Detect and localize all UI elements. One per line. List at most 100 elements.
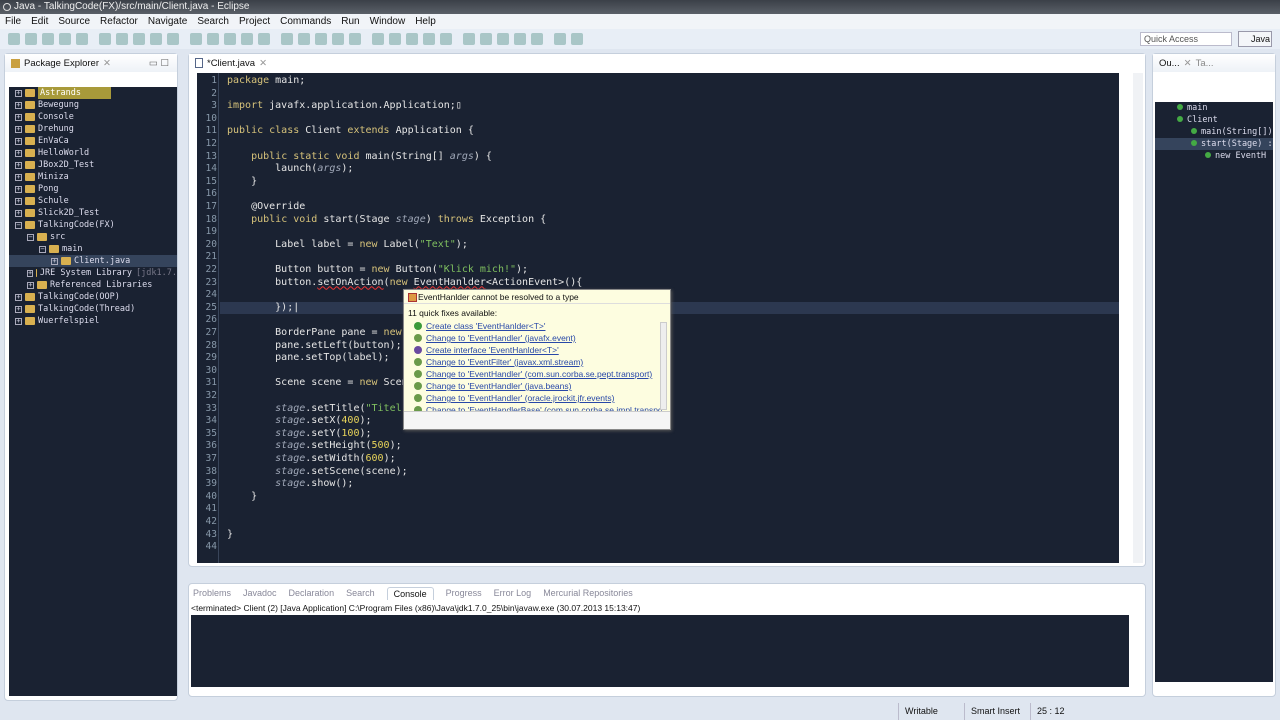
tree-item[interactable]: + Astrands	[9, 87, 177, 99]
toolbar-button-icon[interactable]	[76, 33, 88, 45]
tree-item[interactable]: + Client.java	[9, 255, 177, 267]
tab-problems[interactable]: Problems	[193, 588, 231, 598]
toolbar-button-icon[interactable]	[463, 33, 475, 45]
tree-item[interactable]: + Console	[9, 111, 177, 123]
toolbar-button-icon[interactable]	[440, 33, 452, 45]
toolbar-button-icon[interactable]	[116, 33, 128, 45]
toolbar-button-icon[interactable]	[480, 33, 492, 45]
tree-item[interactable]: + Slick2D_Test	[9, 207, 177, 219]
toolbar-button-icon[interactable]	[349, 33, 361, 45]
tree-item[interactable]: + Wuerfelspiel	[9, 315, 177, 327]
toolbar-button-icon[interactable]	[571, 33, 583, 45]
expand-icon[interactable]: +	[15, 113, 22, 121]
quick-fix-item[interactable]: Change to 'EventHandler' (oracle.jrockit…	[404, 392, 662, 404]
menu-file[interactable]: File	[0, 14, 26, 29]
toolbar-button-icon[interactable]	[42, 33, 54, 45]
tab-declaration[interactable]: Declaration	[289, 588, 335, 598]
tree-item[interactable]: + TalkingCode(Thread)	[9, 303, 177, 315]
expand-icon[interactable]: +	[15, 305, 22, 313]
tree-item[interactable]: + Drehung	[9, 123, 177, 135]
toolbar-button-icon[interactable]	[99, 33, 111, 45]
outline-item[interactable]: new EventH	[1155, 150, 1273, 162]
quick-fix-item[interactable]: Change to 'EventHandler' (java.beans)	[404, 380, 662, 392]
quick-fix-scrollbar[interactable]	[660, 322, 667, 410]
outline-item[interactable]: main(String[])	[1155, 126, 1273, 138]
menu-project[interactable]: Project	[234, 14, 275, 29]
tree-item[interactable]: + JBox2D_Test	[9, 159, 177, 171]
toolbar-button-icon[interactable]	[514, 33, 526, 45]
toolbar-button-icon[interactable]	[25, 33, 37, 45]
toolbar-button-icon[interactable]	[423, 33, 435, 45]
toolbar-button-icon[interactable]	[406, 33, 418, 45]
tab-error-log[interactable]: Error Log	[494, 588, 532, 598]
toolbar-button-icon[interactable]	[497, 33, 509, 45]
editor-scrollbar[interactable]	[1133, 73, 1143, 563]
toolbar-button-icon[interactable]	[8, 33, 20, 45]
toolbar-button-icon[interactable]	[298, 33, 310, 45]
expand-icon[interactable]: +	[15, 317, 22, 325]
tree-item[interactable]: − src	[9, 231, 177, 243]
menu-commands[interactable]: Commands	[275, 14, 336, 29]
tree-item[interactable]: + EnVaCa	[9, 135, 177, 147]
toolbar-button-icon[interactable]	[190, 33, 202, 45]
toolbar-button-icon[interactable]	[332, 33, 344, 45]
minimize-maximize-icons[interactable]: ▭ ☐	[149, 58, 169, 69]
collapse-icon[interactable]: −	[27, 233, 34, 241]
expand-icon[interactable]: +	[15, 197, 22, 205]
expand-icon[interactable]: +	[15, 173, 22, 181]
expand-icon[interactable]: +	[27, 269, 34, 277]
expand-icon[interactable]: +	[15, 293, 22, 301]
quick-fix-item[interactable]: Change to 'EventFilter' (javax.xml.strea…	[404, 356, 662, 368]
toolbar-button-icon[interactable]	[207, 33, 219, 45]
close-icon[interactable]: ✕	[103, 58, 111, 69]
menu-search[interactable]: Search	[192, 14, 234, 29]
outline-item[interactable]: start(Stage) :	[1155, 138, 1273, 150]
tab-search[interactable]: Search	[346, 588, 375, 598]
expand-icon[interactable]: +	[15, 149, 22, 157]
tree-item[interactable]: + Referenced Libraries	[9, 279, 177, 291]
editor-tab-client-java[interactable]: *Client.java	[207, 58, 255, 69]
quick-access-input[interactable]: Quick Access	[1140, 32, 1232, 46]
toolbar-button-icon[interactable]	[224, 33, 236, 45]
tree-item[interactable]: − TalkingCode(FX)	[9, 219, 177, 231]
console-output[interactable]	[191, 615, 1129, 687]
toolbar-button-icon[interactable]	[59, 33, 71, 45]
java-perspective-button[interactable]: Java	[1238, 31, 1272, 47]
toolbar-button-icon[interactable]	[133, 33, 145, 45]
tree-item[interactable]: − main	[9, 243, 177, 255]
expand-icon[interactable]: +	[15, 101, 22, 109]
expand-icon[interactable]: +	[15, 137, 22, 145]
tree-item[interactable]: + TalkingCode(OOP)	[9, 291, 177, 303]
quick-fix-item[interactable]: Change to 'EventHandler' (com.sun.corba.…	[404, 368, 662, 380]
toolbar-button-icon[interactable]	[554, 33, 566, 45]
tree-item[interactable]: + Bewegung	[9, 99, 177, 111]
toolbar-button-icon[interactable]	[281, 33, 293, 45]
toolbar-button-icon[interactable]	[258, 33, 270, 45]
expand-icon[interactable]: +	[15, 185, 22, 193]
package-explorer-tab[interactable]: Package Explorer ✕ ▭ ☐	[5, 54, 177, 72]
toolbar-button-icon[interactable]	[531, 33, 543, 45]
tree-item[interactable]: + JRE System Library [jdk1.7.	[9, 267, 177, 279]
close-icon[interactable]: ✕	[259, 58, 267, 69]
toolbar-button-icon[interactable]	[372, 33, 384, 45]
quick-fix-item[interactable]: Create interface 'EventHanlder<T>'	[404, 344, 662, 356]
tab-mercurial-repositories[interactable]: Mercurial Repositories	[543, 588, 633, 598]
quick-fix-item[interactable]: Create class 'EventHanlder<T>'	[404, 320, 662, 332]
toolbar-button-icon[interactable]	[241, 33, 253, 45]
menu-edit[interactable]: Edit	[26, 14, 53, 29]
tab-outline[interactable]: Ou...	[1159, 58, 1180, 69]
expand-icon[interactable]: +	[15, 89, 22, 97]
expand-icon[interactable]: +	[15, 209, 22, 217]
toolbar-button-icon[interactable]	[315, 33, 327, 45]
outline-item[interactable]: Client	[1155, 114, 1273, 126]
tree-item[interactable]: + Pong	[9, 183, 177, 195]
expand-icon[interactable]: +	[27, 281, 34, 289]
collapse-icon[interactable]: −	[15, 221, 22, 229]
menu-navigate[interactable]: Navigate	[143, 14, 192, 29]
menu-source[interactable]: Source	[53, 14, 95, 29]
toolbar-button-icon[interactable]	[389, 33, 401, 45]
tree-item[interactable]: + Miniza	[9, 171, 177, 183]
tab-tasks[interactable]: Ta...	[1196, 58, 1214, 69]
menu-window[interactable]: Window	[365, 14, 411, 29]
close-icon[interactable]: ✕	[1184, 58, 1192, 69]
